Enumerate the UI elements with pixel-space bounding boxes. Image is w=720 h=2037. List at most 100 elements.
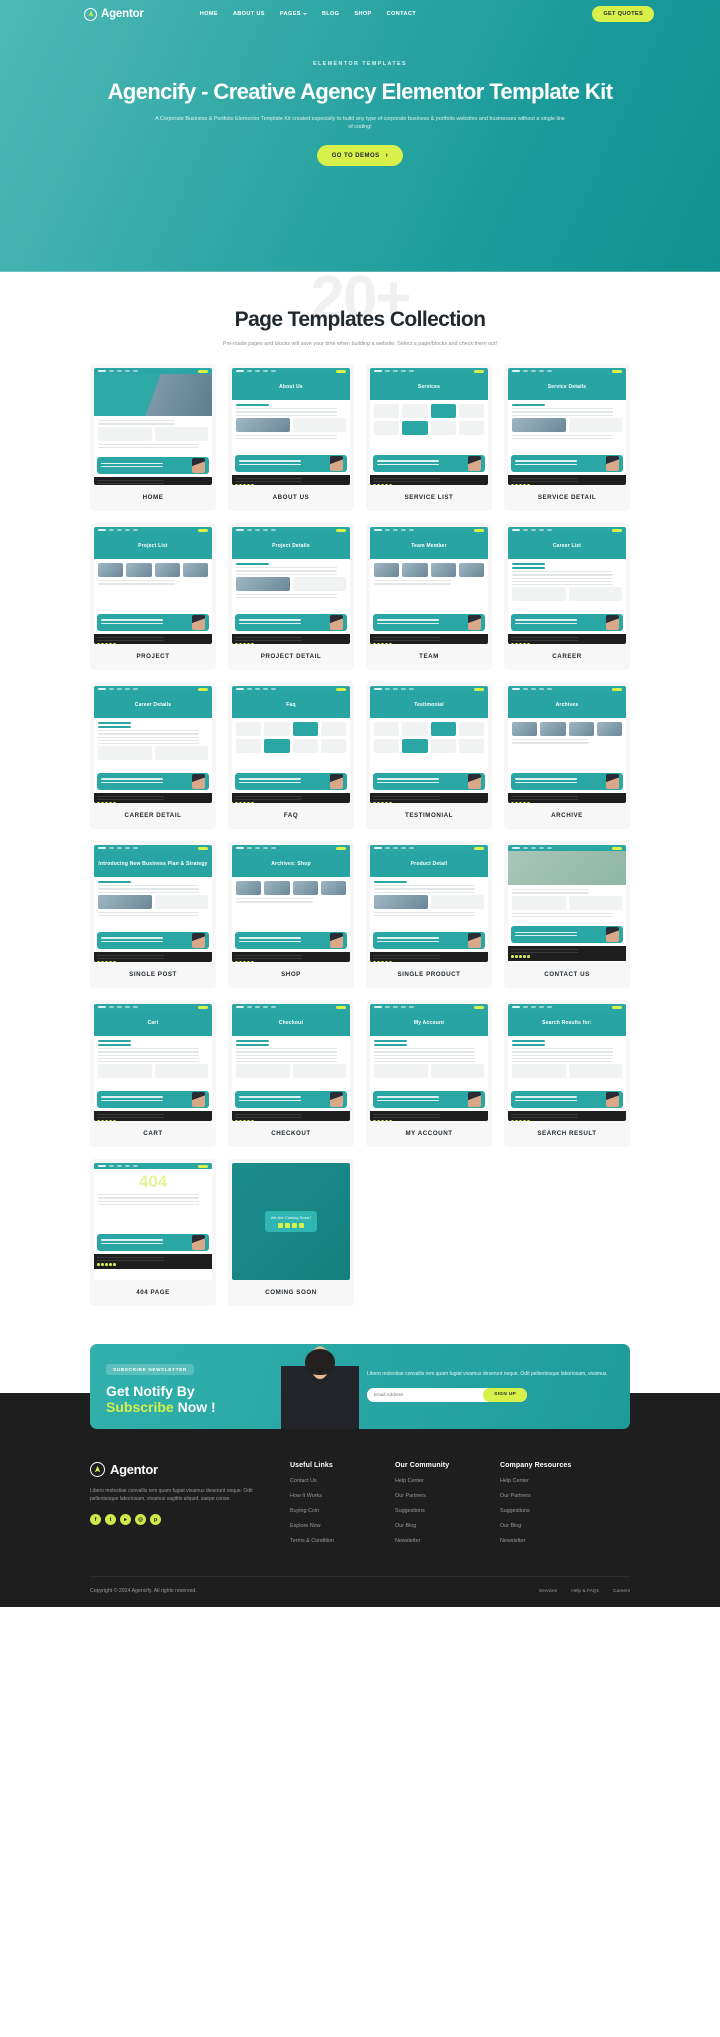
hero-section: Agentor HOME ABOUT US PAGES BLOG SHOP CO… (0, 0, 720, 272)
newsletter-card: SUBSCRIBE NEWSLETTER Get Notify By Subsc… (90, 1344, 630, 1429)
footer-link[interactable]: Contact Us (290, 1478, 395, 1484)
nav-item-about-us[interactable]: ABOUT US (233, 11, 265, 17)
template-thumbnail[interactable]: Archives: Shop (232, 845, 350, 962)
footer-link[interactable]: Our Partners (395, 1493, 500, 1499)
template-card[interactable]: Testimonial TESTIMONIAL (366, 682, 492, 829)
template-card-label: COMING SOON (265, 1289, 317, 1296)
template-thumbnail[interactable]: Introducing New Business Plan & Strategy (94, 845, 212, 962)
nav-item-pages[interactable]: PAGES (280, 11, 307, 17)
chevron-down-icon (302, 13, 307, 15)
template-thumbnail[interactable]: My Account (370, 1004, 488, 1121)
footer-link[interactable]: Explore Now (290, 1523, 395, 1529)
template-thumbnail[interactable]: 404 (94, 1163, 212, 1280)
footer-link[interactable]: Our Blog (395, 1523, 500, 1529)
template-thumbnail[interactable]: Project Details (232, 527, 350, 644)
template-card[interactable]: Career Details CAREER DETAIL (90, 682, 216, 829)
arrow-right-icon: › (385, 152, 389, 159)
footer-link[interactable]: Newsletter (395, 1538, 500, 1544)
footer-top: Agentor Libero molestiae convallis rem q… (90, 1462, 630, 1544)
pinterest-icon[interactable]: p (150, 1514, 161, 1525)
template-thumbnail[interactable]: About Us (232, 368, 350, 485)
template-card[interactable]: Project List PROJECT (90, 523, 216, 670)
nav-item-shop[interactable]: SHOP (354, 11, 371, 17)
template-card[interactable]: Introducing New Business Plan & Strategy… (90, 841, 216, 988)
template-card[interactable]: About Us ABOUT US (228, 364, 354, 511)
footer-link[interactable]: Suggestions (500, 1508, 605, 1514)
footer-link[interactable]: Our Partners (500, 1493, 605, 1499)
sign-up-button[interactable]: SIGN UP (483, 1387, 527, 1402)
leaf-circle-icon (90, 1462, 105, 1477)
nav-item-home[interactable]: HOME (200, 11, 218, 17)
template-thumbnail[interactable]: Archives (508, 686, 626, 803)
template-card[interactable]: Archives ARCHIVE (504, 682, 630, 829)
footer-logo[interactable]: Agentor (90, 1462, 290, 1477)
site-logo[interactable]: Agentor (84, 7, 144, 21)
template-card[interactable]: My Account MY ACCOUNT (366, 1000, 492, 1147)
template-thumbnail[interactable]: Checkout (232, 1004, 350, 1121)
footer-link[interactable]: Help Center (395, 1478, 500, 1484)
template-card-label: CART (143, 1130, 163, 1137)
go-to-demos-button[interactable]: GO TO DEMOS › (316, 145, 404, 166)
template-thumbnail[interactable]: Team Member (370, 527, 488, 644)
youtube-icon[interactable]: ▸ (120, 1514, 131, 1525)
template-card[interactable]: Checkout CHECKOUT (228, 1000, 354, 1147)
template-card-label: ARCHIVE (551, 812, 583, 819)
footer-bottom-link-help[interactable]: Help & FAQs (571, 1589, 599, 1594)
template-thumbnail[interactable]: Faq (232, 686, 350, 803)
template-card[interactable]: Services SERVICE LIST (366, 364, 492, 511)
template-card[interactable]: Faq FAQ (228, 682, 354, 829)
footer-brand-block: Agentor Libero molestiae convallis rem q… (90, 1462, 290, 1544)
footer-link[interactable]: Newsletter (500, 1538, 605, 1544)
template-card-label: ABOUT US (272, 494, 310, 501)
template-thumbnail[interactable]: Services (370, 368, 488, 485)
template-card[interactable]: HOME (90, 364, 216, 511)
template-card[interactable]: 404 404 PAGE (90, 1159, 216, 1306)
newsletter-right: Libero molestiae convallis rem quam fugi… (359, 1371, 614, 1402)
template-thumbnail[interactable] (508, 845, 626, 962)
footer-link[interactable]: How It Works (290, 1493, 395, 1499)
template-card[interactable]: Search Results for: SEARCH RESULT (504, 1000, 630, 1147)
newsletter-title: Get Notify By Subscribe Now ! (106, 1383, 281, 1415)
footer-link[interactable]: Terms & Condition (290, 1538, 395, 1544)
footer-link[interactable]: Suggestions (395, 1508, 500, 1514)
email-field[interactable] (367, 1387, 484, 1402)
twitter-icon[interactable]: t (105, 1514, 116, 1525)
get-quotes-button[interactable]: GET QUOTES (592, 6, 654, 22)
template-thumbnail[interactable]: Career Details (94, 686, 212, 803)
newsletter-title-line1: Get Notify By (106, 1383, 195, 1399)
template-thumbnail[interactable]: Testimonial (370, 686, 488, 803)
template-thumbnail[interactable]: Search Results for: (508, 1004, 626, 1121)
template-card[interactable]: Career List CAREER (504, 523, 630, 670)
nav-label: HOME (199, 11, 218, 17)
footer-bottom-link-careers[interactable]: Careers (613, 1589, 630, 1594)
template-thumbnail[interactable]: Career List (508, 527, 626, 644)
template-card[interactable]: Cart CART (90, 1000, 216, 1147)
footer-bottom-link-services[interactable]: Services (539, 1589, 557, 1594)
template-card[interactable]: Team Member TEAM (366, 523, 492, 670)
template-thumbnail[interactable] (94, 368, 212, 485)
footer-column-title: Our Community (395, 1462, 450, 1469)
template-card[interactable]: CONTACT US (504, 841, 630, 988)
template-card[interactable]: Service Details SERVICE DETAIL (504, 364, 630, 511)
nav-item-blog[interactable]: BLOG (322, 11, 340, 17)
template-thumbnail[interactable]: We Are Coming Soon ! (232, 1163, 350, 1280)
template-thumbnail[interactable]: Product Detail (370, 845, 488, 962)
footer-link[interactable]: Our Blog (500, 1523, 605, 1529)
template-card[interactable]: Project Details PROJECT DETAIL (228, 523, 354, 670)
template-card[interactable]: We Are Coming Soon ! COMING SOON (228, 1159, 354, 1306)
footer-column-useful-links: Useful Links Contact Us How It Works Buy… (290, 1462, 395, 1544)
site-footer: Agentor Libero molestiae convallis rem q… (0, 1440, 720, 1607)
instagram-icon[interactable]: ◎ (135, 1514, 146, 1525)
template-card-label: SHOP (281, 971, 301, 978)
template-card[interactable]: Product Detail SINGLE PRODUCT (366, 841, 492, 988)
template-thumbnail[interactable]: Cart (94, 1004, 212, 1121)
facebook-icon[interactable]: f (90, 1514, 101, 1525)
newsletter-cta-section: SUBSCRIBE NEWSLETTER Get Notify By Subsc… (0, 1344, 720, 1440)
footer-link[interactable]: Help Center (500, 1478, 605, 1484)
footer-link[interactable]: Buying Coin (290, 1508, 395, 1514)
template-thumbnail[interactable]: Project List (94, 527, 212, 644)
template-card[interactable]: Archives: Shop SHOP (228, 841, 354, 988)
template-thumbnail[interactable]: Service Details (508, 368, 626, 485)
nav-item-contact[interactable]: CONTACT (387, 11, 416, 17)
nav-links: HOME ABOUT US PAGES BLOG SHOP CONTACT (200, 11, 416, 17)
